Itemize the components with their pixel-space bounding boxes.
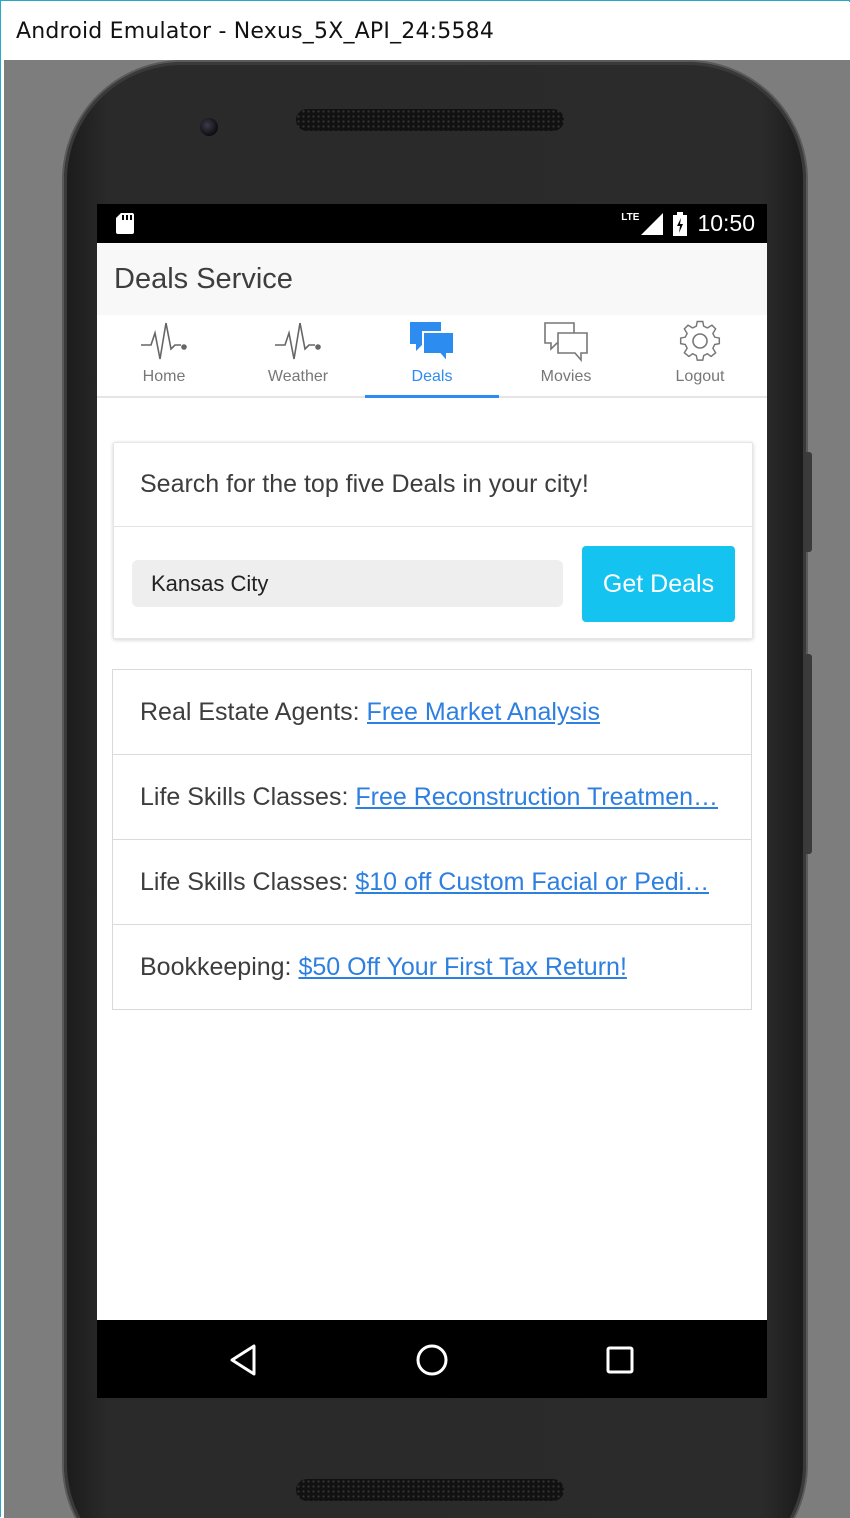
list-item: Life Skills Classes: Free Reconstruction…: [113, 755, 751, 840]
deal-category: Life Skills Classes:: [140, 867, 349, 896]
deals-list: Real Estate Agents: Free Market Analysis…: [112, 669, 752, 1010]
sd-card-icon: [116, 213, 134, 234]
tab-bar: Home Weather Deals Movies Logout: [97, 315, 767, 398]
tab-logout[interactable]: Logout: [633, 315, 767, 396]
home-circle-icon[interactable]: [412, 1340, 452, 1380]
tab-label: Home: [142, 368, 186, 385]
tab-deals[interactable]: Deals: [365, 315, 499, 398]
window-titlebar[interactable]: Android Emulator - Nexus_5X_API_24:5584: [2, 2, 850, 60]
deal-link[interactable]: Free Reconstruction Treatmen…: [355, 783, 718, 812]
deal-category: Bookkeeping:: [140, 952, 292, 981]
front-camera: [200, 118, 218, 136]
network-type: LTE: [621, 212, 640, 223]
bottom-speaker-grille: [296, 1479, 564, 1501]
device-screen: LTE 10:50 Deals Service Home Weather Dea…: [97, 204, 767, 1398]
tab-movies[interactable]: Movies: [499, 315, 633, 396]
search-card: Search for the top five Deals in your ci…: [113, 442, 753, 639]
status-icons: LTE 10:50: [621, 204, 755, 243]
get-deals-button[interactable]: Get Deals: [582, 546, 735, 622]
deal-link[interactable]: Free Market Analysis: [367, 698, 600, 727]
signal-icon: [641, 212, 664, 235]
pulse-icon: [275, 322, 321, 360]
tab-weather[interactable]: Weather: [231, 315, 365, 396]
tab-label: Weather: [267, 368, 329, 385]
list-item: Bookkeeping: $50 Off Your First Tax Retu…: [113, 925, 751, 1009]
power-button[interactable]: [806, 452, 812, 552]
emulator-background: LTE 10:50 Deals Service Home Weather Dea…: [4, 60, 850, 1518]
back-triangle-icon[interactable]: [224, 1340, 264, 1380]
emulator-window: Android Emulator - Nexus_5X_API_24:5584: [0, 0, 850, 1518]
city-input[interactable]: [132, 560, 563, 607]
deal-category: Life Skills Classes:: [140, 782, 349, 811]
device-frame: LTE 10:50 Deals Service Home Weather Dea…: [64, 62, 812, 1518]
tab-label: Deals: [411, 368, 453, 385]
top-speaker-grille: [296, 109, 564, 131]
list-item: Real Estate Agents: Free Market Analysis: [113, 670, 751, 755]
tab-home[interactable]: Home: [97, 315, 231, 396]
app-toolbar: Deals Service: [97, 243, 767, 315]
list-item: Life Skills Classes: $10 off Custom Faci…: [113, 840, 751, 925]
tab-label: Movies: [540, 368, 592, 385]
status-bar: LTE 10:50: [97, 204, 767, 243]
deal-link[interactable]: $10 off Custom Facial or Pedi…: [355, 868, 709, 897]
status-time: 10:50: [697, 210, 755, 236]
search-heading: Search for the top five Deals in your ci…: [114, 443, 752, 527]
recents-square-icon[interactable]: [600, 1340, 640, 1380]
deal-category: Real Estate Agents:: [140, 697, 360, 726]
gear-icon: [679, 320, 721, 361]
pulse-icon: [141, 322, 187, 360]
deal-link[interactable]: $50 Off Your First Tax Return!: [298, 953, 626, 982]
chat-bubbles-icon: [410, 322, 455, 365]
search-row: Get Deals: [114, 527, 752, 638]
tab-label: Logout: [675, 368, 725, 385]
chat-bubbles-outline-icon: [544, 322, 588, 363]
volume-button[interactable]: [806, 654, 812, 854]
app-title: Deals Service: [114, 262, 293, 295]
window-title: Android Emulator - Nexus_5X_API_24:5584: [16, 18, 495, 44]
battery-icon: [673, 211, 688, 236]
system-nav-bar: [97, 1320, 767, 1398]
